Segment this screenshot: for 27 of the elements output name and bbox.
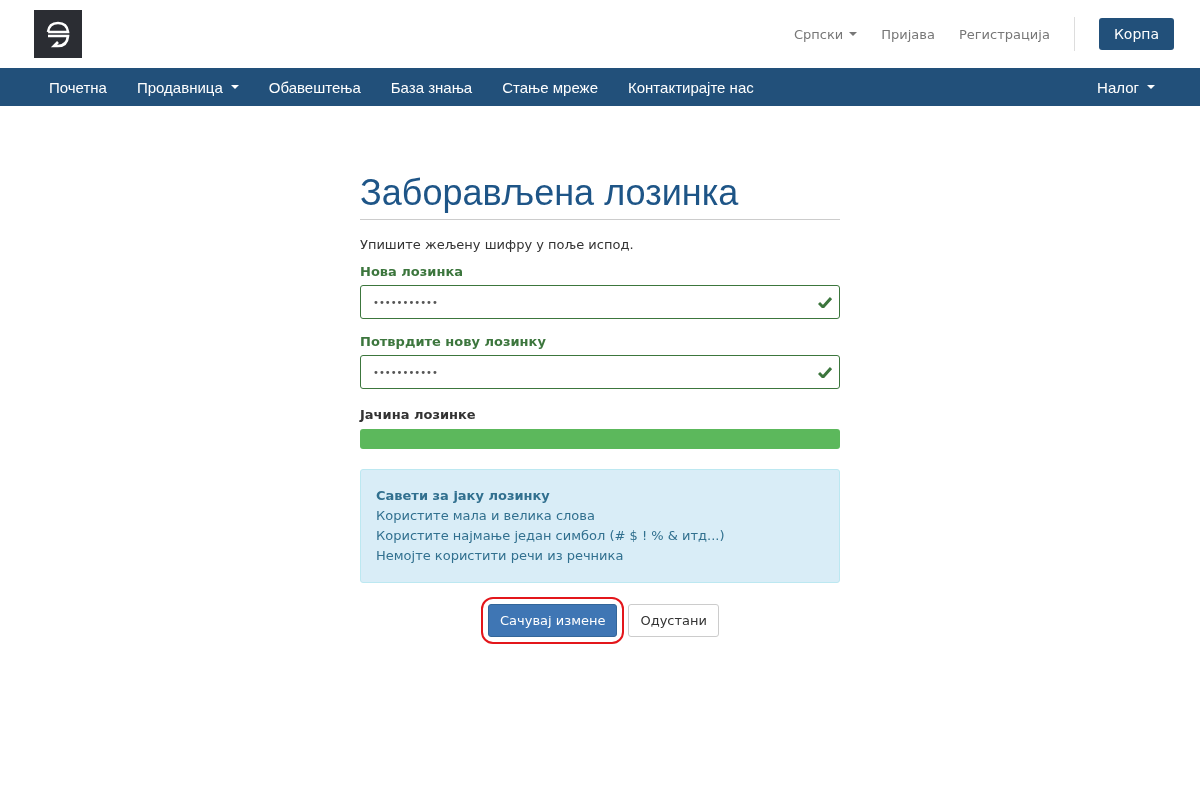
password-field[interactable]: ••••••••••• [360, 355, 840, 389]
nav-item[interactable]: Обавештења [253, 78, 376, 96]
tip-text: Немојте користити речи из речника [376, 547, 625, 565]
check-icon [818, 297, 832, 308]
language-dropdown[interactable]: Српски [793, 26, 858, 42]
save-button[interactable]: Сачувај измене [488, 604, 618, 637]
page-title: Заборављена лозинка [360, 172, 840, 220]
tips-title: Савети за јаку лозинку [376, 487, 551, 505]
field-label: Нова лозинка [360, 264, 465, 279]
nav-item[interactable]: Почетна [30, 78, 122, 96]
nav-item[interactable]: База знања [375, 78, 488, 96]
cancel-button[interactable]: Одустани [628, 604, 719, 637]
nav-item[interactable]: Стање мреже [487, 78, 613, 96]
cart-button[interactable]: Корпа [1098, 18, 1174, 50]
header-link[interactable]: Пријава [881, 26, 935, 42]
password-field[interactable]: ••••••••••• [360, 285, 840, 319]
header-link[interactable]: Регистрација [958, 26, 1050, 42]
tip-text: Користите најмање један симбол (# $ ! % & итд...) [376, 527, 726, 545]
account-menu[interactable]: Налог [1082, 78, 1170, 96]
strength-label: Јачина лозинке [360, 407, 477, 422]
logo-icon[interactable] [34, 10, 82, 58]
nav-item[interactable]: Продавница [121, 78, 254, 96]
check-icon [818, 367, 832, 378]
tip-text: Користите мала и велика слова [376, 507, 596, 525]
nav-item[interactable]: Контактирајте нас [613, 78, 769, 96]
intro-text: Упишите жељену шифру у поље испод. [360, 237, 635, 252]
field-label: Потврдите нову лозинку [360, 334, 547, 349]
